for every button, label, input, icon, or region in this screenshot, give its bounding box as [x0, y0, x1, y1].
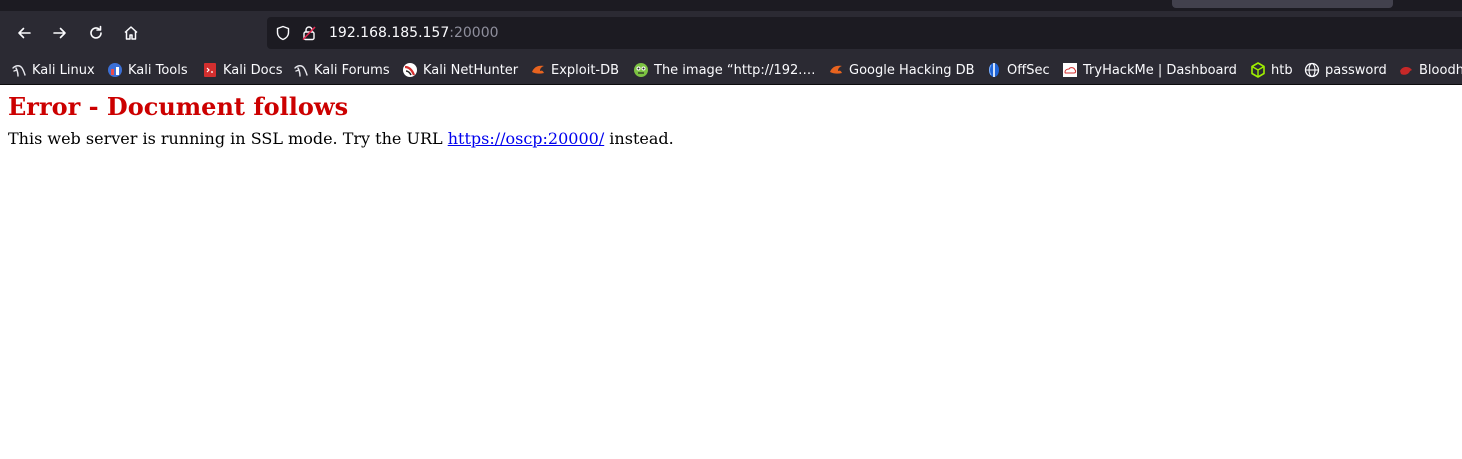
bookmark-label: Kali Docs: [223, 62, 283, 78]
home-icon: [124, 26, 138, 40]
bookmark-kali-docs[interactable]: Kali Docs: [202, 60, 283, 80]
arrow-right-icon: [53, 27, 66, 39]
image-bookmark-icon: [634, 63, 648, 77]
message-text-end: instead.: [604, 129, 674, 148]
arrow-left-icon: [18, 27, 31, 39]
kali-docs-icon: [204, 63, 216, 77]
url-port: :20000: [449, 25, 499, 41]
globe-icon: [1304, 62, 1320, 78]
back-button[interactable]: [11, 20, 37, 46]
bloodhound-icon: [1400, 67, 1412, 75]
bookmark-label: password: [1325, 62, 1387, 78]
bookmark-label: Kali Forums: [314, 62, 390, 78]
bookmark-kali-tools[interactable]: Kali Tools: [107, 60, 188, 80]
bookmark-label: Bloodh: [1419, 62, 1462, 78]
bookmark-label: Kali NetHunter: [423, 62, 519, 78]
nethunter-icon: [403, 63, 417, 77]
error-message: This web server is running in SSL mode. …: [8, 128, 674, 150]
home-button[interactable]: [118, 20, 144, 46]
bookmark-google-hacking-db[interactable]: Google Hacking DB: [828, 60, 975, 80]
bookmark-label: Kali Tools: [128, 62, 188, 78]
browser-tab[interactable]: [1172, 0, 1393, 8]
bookmark-kali-forums[interactable]: Kali Forums: [293, 60, 390, 80]
htb-cube-icon: [1251, 62, 1265, 78]
reload-icon: [90, 25, 102, 39]
bookmark-bloodhound[interactable]: Bloodh: [1398, 60, 1462, 80]
kali-dragon-icon: [12, 65, 26, 77]
page-content: Error - Document follows This web server…: [0, 85, 1462, 459]
reload-button[interactable]: [83, 20, 109, 46]
bookmark-htb[interactable]: htb: [1250, 60, 1293, 80]
bookmark-image-link[interactable]: The image “http://192.…: [633, 60, 815, 80]
insecure-lock-icon[interactable]: [301, 25, 317, 41]
error-heading: Error - Document follows: [8, 92, 349, 121]
bookmarks-toolbar: Kali Linux Kali Tools Kali Docs Kali For…: [0, 55, 1462, 85]
bookmark-label: TryHackMe | Dashboard: [1083, 62, 1237, 78]
tab-strip: [0, 0, 1462, 11]
url-text[interactable]: 192.168.185.157:20000: [329, 24, 499, 42]
url-host: 192.168.185.157: [329, 25, 450, 41]
bookmark-label: OffSec: [1007, 62, 1050, 78]
bookmark-password[interactable]: password: [1304, 60, 1387, 80]
bookmark-offsec[interactable]: OffSec: [986, 60, 1050, 80]
navigation-toolbar: 192.168.185.157:20000: [0, 11, 1462, 55]
exploit-db-icon: [532, 65, 544, 74]
exploit-db-icon: [830, 65, 842, 74]
offsec-icon: [989, 63, 999, 77]
kali-dragon-icon: [294, 65, 308, 77]
message-text: This web server is running in SSL mode. …: [8, 129, 448, 148]
bookmark-kali-linux[interactable]: Kali Linux: [11, 60, 95, 80]
tryhackme-icon: [1063, 63, 1077, 77]
bookmark-label: Exploit-DB: [551, 62, 620, 78]
bookmark-tryhackme[interactable]: TryHackMe | Dashboard: [1062, 60, 1237, 80]
bookmark-label: Kali Linux: [32, 62, 95, 78]
bookmark-exploit-db[interactable]: Exploit-DB: [530, 60, 619, 80]
kali-tools-icon: [108, 63, 122, 77]
shield-icon[interactable]: [275, 25, 291, 41]
bookmark-kali-nethunter[interactable]: Kali NetHunter: [402, 60, 518, 80]
url-bar[interactable]: 192.168.185.157:20000: [267, 17, 1462, 49]
forward-button[interactable]: [47, 20, 73, 46]
bookmark-label: htb: [1271, 62, 1293, 78]
bookmark-label: The image “http://192.…: [654, 62, 816, 78]
bookmark-label: Google Hacking DB: [849, 62, 975, 78]
ssl-url-link[interactable]: https://oscp:20000/: [448, 129, 605, 148]
